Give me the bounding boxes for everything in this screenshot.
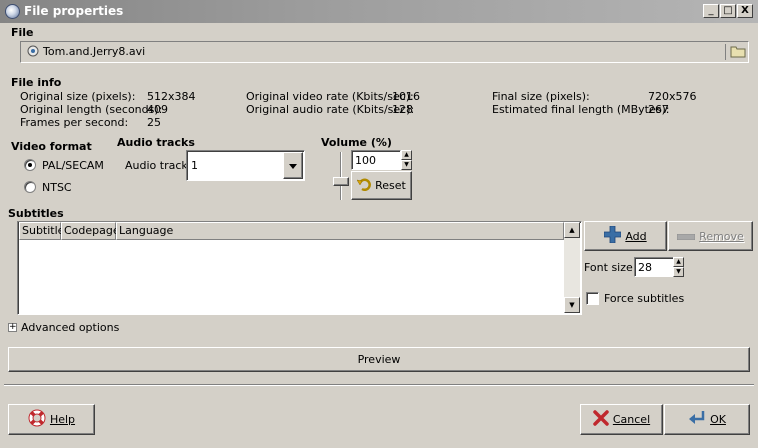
radio-pal-secam-label: PAL/SECAM bbox=[42, 159, 104, 172]
video-rate-label: Original video rate (Kbits/sec): bbox=[246, 90, 414, 103]
audio-rate-label: Original audio rate (Kbits/sec): bbox=[246, 103, 415, 116]
chevron-down-icon bbox=[289, 159, 297, 172]
remove-subtitle-button[interactable]: Remove bbox=[668, 221, 753, 251]
file-path-field[interactable]: Tom.and.Jerry8.avi bbox=[20, 41, 749, 63]
original-length-label: Original length (seconds): bbox=[20, 103, 163, 116]
enter-arrow-icon bbox=[688, 410, 706, 429]
video-format-section-label: Video format bbox=[11, 140, 92, 153]
original-length-value: 409 bbox=[147, 103, 168, 116]
scroll-up-icon[interactable]: ▲ bbox=[564, 222, 580, 238]
audio-track-label: Audio track: bbox=[125, 159, 192, 172]
radio-ntsc-label: NTSC bbox=[42, 181, 72, 194]
radio-ntsc[interactable] bbox=[24, 181, 36, 193]
font-size-input[interactable]: 28 bbox=[634, 257, 674, 277]
cancel-button[interactable]: Cancel bbox=[580, 404, 663, 435]
file-icon bbox=[27, 45, 39, 57]
column-header-language[interactable]: Language bbox=[116, 222, 564, 240]
advanced-options-label[interactable]: Advanced options bbox=[21, 321, 119, 334]
fps-label: Frames per second: bbox=[20, 116, 129, 129]
volume-value: 100 bbox=[355, 154, 376, 167]
lifebuoy-icon bbox=[28, 409, 46, 430]
audio-rate-value: 128 bbox=[392, 103, 413, 116]
volume-reset-button[interactable]: Reset bbox=[351, 171, 412, 200]
radio-pal-secam[interactable] bbox=[24, 159, 36, 171]
volume-slider-track bbox=[340, 152, 342, 200]
title-bar[interactable]: File properties _ □ X bbox=[0, 0, 758, 23]
subtitles-table[interactable]: Subtitle Codepage Language ▲ ▼ bbox=[17, 221, 582, 315]
font-size-spin-up-icon[interactable]: ▲ bbox=[673, 257, 684, 267]
cancel-label: Cancel bbox=[612, 413, 651, 426]
font-size-value: 28 bbox=[638, 261, 652, 274]
volume-section-label: Volume (%) bbox=[321, 136, 392, 149]
force-subtitles-label: Force subtitles bbox=[604, 292, 685, 305]
add-subtitle-button[interactable]: Add bbox=[584, 221, 667, 251]
force-subtitles-checkbox[interactable] bbox=[586, 292, 599, 305]
font-size-spin-down-icon[interactable]: ▼ bbox=[673, 267, 684, 277]
fps-value: 25 bbox=[147, 116, 161, 129]
dropdown-button[interactable] bbox=[283, 152, 303, 179]
volume-spin-up-icon[interactable]: ▲ bbox=[401, 150, 412, 160]
advanced-expander-icon[interactable]: + bbox=[8, 323, 17, 332]
file-info-section-label: File info bbox=[11, 76, 62, 89]
original-size-value: 512x384 bbox=[147, 90, 196, 103]
volume-slider-handle[interactable] bbox=[333, 177, 349, 186]
volume-input[interactable]: 100 bbox=[351, 150, 401, 170]
remove-label: Remove bbox=[699, 229, 744, 243]
maximize-button[interactable]: □ bbox=[720, 4, 736, 18]
field-divider bbox=[725, 44, 726, 60]
column-header-subtitle[interactable]: Subtitle bbox=[19, 222, 64, 240]
help-label: Help bbox=[49, 413, 76, 426]
minimize-button[interactable]: _ bbox=[703, 4, 719, 18]
audio-track-select[interactable]: 1 bbox=[186, 150, 305, 181]
subtitles-section-label: Subtitles bbox=[8, 207, 64, 220]
file-properties-window: File properties _ □ X File Tom.and.Jerry… bbox=[0, 0, 758, 448]
volume-spin-down-icon[interactable]: ▼ bbox=[401, 160, 412, 170]
folder-browse-icon[interactable] bbox=[730, 44, 746, 58]
audio-track-value: 1 bbox=[191, 159, 198, 172]
preview-label: Preview bbox=[357, 353, 401, 366]
final-length-label: Estimated final length (MBytes): bbox=[492, 103, 670, 116]
file-name: Tom.and.Jerry8.avi bbox=[43, 45, 146, 58]
preview-button[interactable]: Preview bbox=[8, 347, 750, 372]
ok-button[interactable]: OK bbox=[664, 404, 750, 435]
font-size-label: Font size: bbox=[584, 261, 637, 274]
ok-label: OK bbox=[710, 413, 726, 426]
video-rate-value: 1016 bbox=[392, 90, 420, 103]
app-icon bbox=[5, 4, 20, 19]
column-header-codepage[interactable]: Codepage bbox=[61, 222, 120, 240]
close-button[interactable]: X bbox=[737, 4, 753, 18]
audio-tracks-section-label: Audio tracks bbox=[117, 136, 195, 149]
help-button[interactable]: Help bbox=[8, 404, 95, 435]
undo-icon bbox=[356, 177, 372, 194]
window-title: File properties bbox=[24, 4, 124, 18]
cancel-x-icon bbox=[593, 410, 609, 429]
file-section-label: File bbox=[11, 26, 34, 39]
final-size-value: 720x576 bbox=[648, 90, 697, 103]
scroll-down-icon[interactable]: ▼ bbox=[564, 297, 580, 313]
vertical-scrollbar[interactable]: ▲ ▼ bbox=[564, 222, 580, 313]
minus-icon bbox=[676, 230, 696, 243]
plus-icon bbox=[603, 225, 622, 246]
original-size-label: Original size (pixels): bbox=[20, 90, 136, 103]
radio-selected-dot bbox=[28, 163, 32, 167]
footer-separator bbox=[4, 384, 754, 386]
final-length-value: 267 bbox=[648, 103, 669, 116]
add-label: Add bbox=[625, 229, 647, 243]
reset-label: Reset bbox=[375, 179, 406, 192]
final-size-label: Final size (pixels): bbox=[492, 90, 590, 103]
